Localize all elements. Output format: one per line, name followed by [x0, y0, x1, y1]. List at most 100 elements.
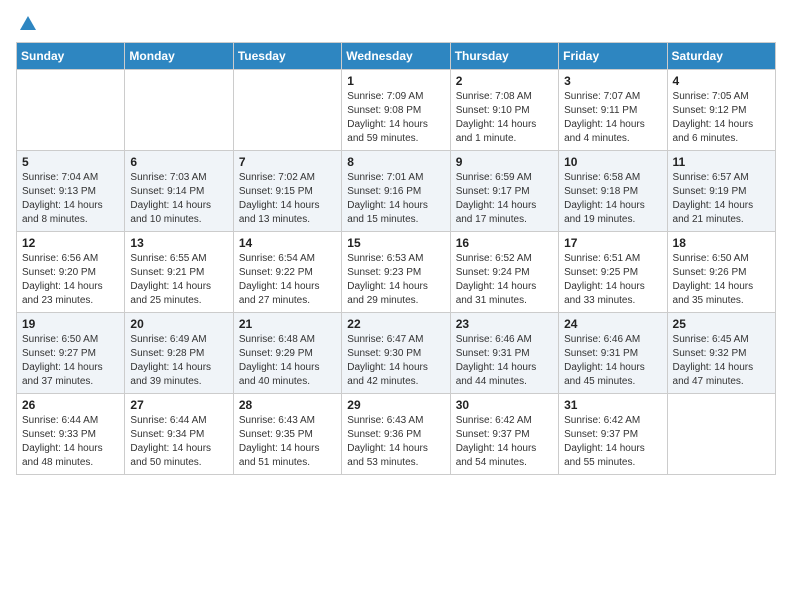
- cell-info: Sunrise: 6:49 AMSunset: 9:28 PMDaylight:…: [130, 333, 227, 389]
- day-number: 26: [22, 398, 119, 412]
- day-number: 1: [347, 74, 444, 88]
- cell-info: Sunrise: 7:07 AMSunset: 9:11 PMDaylight:…: [564, 90, 661, 146]
- calendar-cell: 24 Sunrise: 6:46 AMSunset: 9:31 PMDaylig…: [559, 313, 667, 394]
- calendar-cell: 9 Sunrise: 6:59 AMSunset: 9:17 PMDayligh…: [450, 151, 558, 232]
- calendar-cell: 23 Sunrise: 6:46 AMSunset: 9:31 PMDaylig…: [450, 313, 558, 394]
- cell-info: Sunrise: 6:48 AMSunset: 9:29 PMDaylight:…: [239, 333, 336, 389]
- cell-info: Sunrise: 6:59 AMSunset: 9:17 PMDaylight:…: [456, 171, 553, 227]
- calendar-cell: 16 Sunrise: 6:52 AMSunset: 9:24 PMDaylig…: [450, 232, 558, 313]
- cell-info: Sunrise: 7:09 AMSunset: 9:08 PMDaylight:…: [347, 90, 444, 146]
- day-number: 20: [130, 317, 227, 331]
- calendar-cell: 13 Sunrise: 6:55 AMSunset: 9:21 PMDaylig…: [125, 232, 233, 313]
- calendar-cell: 14 Sunrise: 6:54 AMSunset: 9:22 PMDaylig…: [233, 232, 341, 313]
- calendar-cell: 19 Sunrise: 6:50 AMSunset: 9:27 PMDaylig…: [17, 313, 125, 394]
- cell-info: Sunrise: 6:57 AMSunset: 9:19 PMDaylight:…: [673, 171, 770, 227]
- weekday-header: Sunday: [17, 43, 125, 70]
- cell-info: Sunrise: 6:56 AMSunset: 9:20 PMDaylight:…: [22, 252, 119, 308]
- cell-info: Sunrise: 7:04 AMSunset: 9:13 PMDaylight:…: [22, 171, 119, 227]
- calendar-cell: 18 Sunrise: 6:50 AMSunset: 9:26 PMDaylig…: [667, 232, 775, 313]
- calendar-cell: 11 Sunrise: 6:57 AMSunset: 9:19 PMDaylig…: [667, 151, 775, 232]
- day-number: 19: [22, 317, 119, 331]
- calendar-row: 26 Sunrise: 6:44 AMSunset: 9:33 PMDaylig…: [17, 394, 776, 475]
- cell-info: Sunrise: 6:55 AMSunset: 9:21 PMDaylight:…: [130, 252, 227, 308]
- day-number: 25: [673, 317, 770, 331]
- calendar-cell: [233, 70, 341, 151]
- calendar-cell: 26 Sunrise: 6:44 AMSunset: 9:33 PMDaylig…: [17, 394, 125, 475]
- day-number: 24: [564, 317, 661, 331]
- calendar-cell: 3 Sunrise: 7:07 AMSunset: 9:11 PMDayligh…: [559, 70, 667, 151]
- cell-info: Sunrise: 6:53 AMSunset: 9:23 PMDaylight:…: [347, 252, 444, 308]
- cell-info: Sunrise: 6:42 AMSunset: 9:37 PMDaylight:…: [456, 414, 553, 470]
- day-number: 17: [564, 236, 661, 250]
- day-number: 16: [456, 236, 553, 250]
- cell-info: Sunrise: 6:42 AMSunset: 9:37 PMDaylight:…: [564, 414, 661, 470]
- day-number: 3: [564, 74, 661, 88]
- weekday-header: Saturday: [667, 43, 775, 70]
- calendar-cell: 25 Sunrise: 6:45 AMSunset: 9:32 PMDaylig…: [667, 313, 775, 394]
- day-number: 5: [22, 155, 119, 169]
- day-number: 28: [239, 398, 336, 412]
- calendar-cell: 2 Sunrise: 7:08 AMSunset: 9:10 PMDayligh…: [450, 70, 558, 151]
- calendar-cell: 29 Sunrise: 6:43 AMSunset: 9:36 PMDaylig…: [342, 394, 450, 475]
- day-number: 12: [22, 236, 119, 250]
- calendar-header-row: SundayMondayTuesdayWednesdayThursdayFrid…: [17, 43, 776, 70]
- cell-info: Sunrise: 7:08 AMSunset: 9:10 PMDaylight:…: [456, 90, 553, 146]
- calendar-cell: 20 Sunrise: 6:49 AMSunset: 9:28 PMDaylig…: [125, 313, 233, 394]
- calendar-cell: 12 Sunrise: 6:56 AMSunset: 9:20 PMDaylig…: [17, 232, 125, 313]
- cell-info: Sunrise: 6:50 AMSunset: 9:27 PMDaylight:…: [22, 333, 119, 389]
- cell-info: Sunrise: 6:47 AMSunset: 9:30 PMDaylight:…: [347, 333, 444, 389]
- day-number: 9: [456, 155, 553, 169]
- day-number: 11: [673, 155, 770, 169]
- cell-info: Sunrise: 6:44 AMSunset: 9:34 PMDaylight:…: [130, 414, 227, 470]
- calendar-cell: 1 Sunrise: 7:09 AMSunset: 9:08 PMDayligh…: [342, 70, 450, 151]
- day-number: 30: [456, 398, 553, 412]
- calendar-cell: 8 Sunrise: 7:01 AMSunset: 9:16 PMDayligh…: [342, 151, 450, 232]
- calendar-cell: 30 Sunrise: 6:42 AMSunset: 9:37 PMDaylig…: [450, 394, 558, 475]
- calendar-cell: 27 Sunrise: 6:44 AMSunset: 9:34 PMDaylig…: [125, 394, 233, 475]
- calendar-row: 1 Sunrise: 7:09 AMSunset: 9:08 PMDayligh…: [17, 70, 776, 151]
- calendar-row: 12 Sunrise: 6:56 AMSunset: 9:20 PMDaylig…: [17, 232, 776, 313]
- cell-info: Sunrise: 7:05 AMSunset: 9:12 PMDaylight:…: [673, 90, 770, 146]
- day-number: 4: [673, 74, 770, 88]
- day-number: 6: [130, 155, 227, 169]
- calendar-table: SundayMondayTuesdayWednesdayThursdayFrid…: [16, 42, 776, 475]
- cell-info: Sunrise: 6:43 AMSunset: 9:35 PMDaylight:…: [239, 414, 336, 470]
- calendar-cell: 21 Sunrise: 6:48 AMSunset: 9:29 PMDaylig…: [233, 313, 341, 394]
- calendar-cell: 28 Sunrise: 6:43 AMSunset: 9:35 PMDaylig…: [233, 394, 341, 475]
- day-number: 8: [347, 155, 444, 169]
- calendar-cell: 31 Sunrise: 6:42 AMSunset: 9:37 PMDaylig…: [559, 394, 667, 475]
- day-number: 31: [564, 398, 661, 412]
- weekday-header: Monday: [125, 43, 233, 70]
- calendar-row: 19 Sunrise: 6:50 AMSunset: 9:27 PMDaylig…: [17, 313, 776, 394]
- calendar-cell: [17, 70, 125, 151]
- calendar-cell: [125, 70, 233, 151]
- day-number: 2: [456, 74, 553, 88]
- weekday-header: Friday: [559, 43, 667, 70]
- logo-triangle-icon: [20, 16, 36, 30]
- page-header: [16, 16, 776, 34]
- day-number: 14: [239, 236, 336, 250]
- day-number: 29: [347, 398, 444, 412]
- weekday-header: Thursday: [450, 43, 558, 70]
- calendar-cell: [667, 394, 775, 475]
- cell-info: Sunrise: 6:43 AMSunset: 9:36 PMDaylight:…: [347, 414, 444, 470]
- cell-info: Sunrise: 7:03 AMSunset: 9:14 PMDaylight:…: [130, 171, 227, 227]
- day-number: 23: [456, 317, 553, 331]
- calendar-cell: 17 Sunrise: 6:51 AMSunset: 9:25 PMDaylig…: [559, 232, 667, 313]
- calendar-cell: 5 Sunrise: 7:04 AMSunset: 9:13 PMDayligh…: [17, 151, 125, 232]
- day-number: 22: [347, 317, 444, 331]
- cell-info: Sunrise: 7:02 AMSunset: 9:15 PMDaylight:…: [239, 171, 336, 227]
- day-number: 13: [130, 236, 227, 250]
- cell-info: Sunrise: 6:46 AMSunset: 9:31 PMDaylight:…: [456, 333, 553, 389]
- cell-info: Sunrise: 6:46 AMSunset: 9:31 PMDaylight:…: [564, 333, 661, 389]
- calendar-cell: 10 Sunrise: 6:58 AMSunset: 9:18 PMDaylig…: [559, 151, 667, 232]
- cell-info: Sunrise: 6:52 AMSunset: 9:24 PMDaylight:…: [456, 252, 553, 308]
- day-number: 21: [239, 317, 336, 331]
- calendar-cell: 7 Sunrise: 7:02 AMSunset: 9:15 PMDayligh…: [233, 151, 341, 232]
- calendar-cell: 4 Sunrise: 7:05 AMSunset: 9:12 PMDayligh…: [667, 70, 775, 151]
- calendar-cell: 22 Sunrise: 6:47 AMSunset: 9:30 PMDaylig…: [342, 313, 450, 394]
- day-number: 18: [673, 236, 770, 250]
- cell-info: Sunrise: 6:45 AMSunset: 9:32 PMDaylight:…: [673, 333, 770, 389]
- day-number: 7: [239, 155, 336, 169]
- cell-info: Sunrise: 6:58 AMSunset: 9:18 PMDaylight:…: [564, 171, 661, 227]
